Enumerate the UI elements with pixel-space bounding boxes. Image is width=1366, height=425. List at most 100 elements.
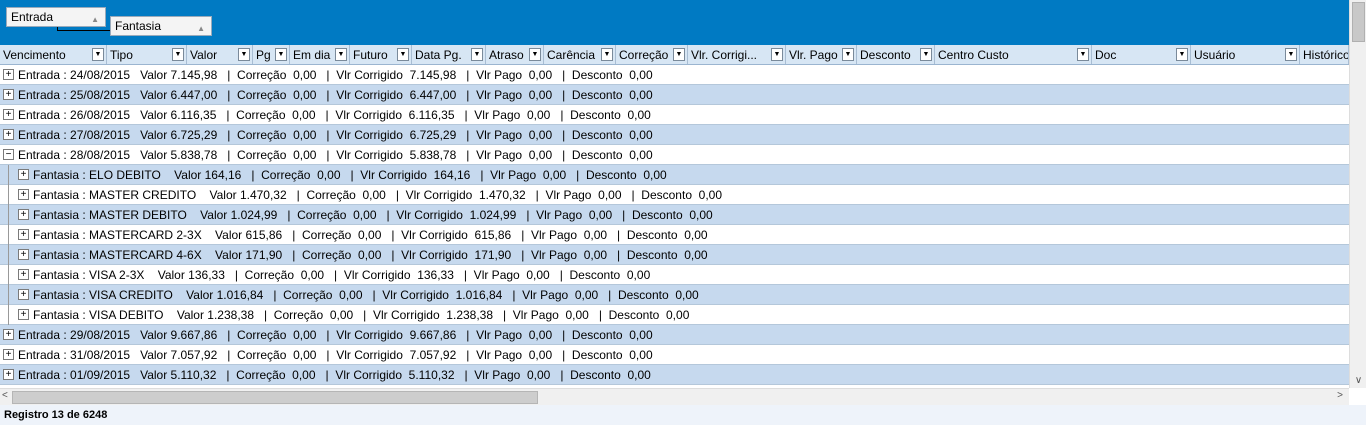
group-row[interactable]: + Entrada : 31/08/2015 Valor 7.057,92 | C… xyxy=(0,345,1349,365)
group-row[interactable]: − Entrada : 28/08/2015 Valor 5.838,78 | C… xyxy=(0,145,1349,165)
tree-guide-line xyxy=(8,305,9,325)
column-header[interactable]: Carência ▼ xyxy=(544,45,616,64)
dropdown-arrow-icon[interactable]: ▼ xyxy=(238,48,250,61)
column-header-label: Histórico xyxy=(1303,48,1349,62)
column-header-label: Centro Custo xyxy=(938,48,1009,62)
group-row[interactable]: + Entrada : 24/08/2015 Valor 7.145,98 | C… xyxy=(0,65,1349,85)
child-group-row[interactable]: + Fantasia : MASTER CREDITO Valor 1.470,3… xyxy=(0,185,1349,205)
minus-box-icon[interactable]: − xyxy=(3,149,14,160)
dropdown-arrow-icon[interactable]: ▼ xyxy=(601,48,613,61)
horizontal-scrollbar[interactable]: < > xyxy=(0,388,1349,405)
column-header[interactable]: Desconto ▼ xyxy=(857,45,935,64)
group-row[interactable]: + Entrada : 27/08/2015 Valor 6.725,29 | C… xyxy=(0,125,1349,145)
column-header-label: Futuro xyxy=(353,48,388,62)
child-group-row[interactable]: + Fantasia : MASTER DEBITO Valor 1.024,99… xyxy=(0,205,1349,225)
row-summary-text: Fantasia : VISA 2-3X Valor 136,33 | Corr… xyxy=(33,268,651,282)
dropdown-arrow-icon[interactable]: ▼ xyxy=(920,48,932,61)
scroll-down-icon[interactable]: ∨ xyxy=(1350,375,1366,386)
child-group-row[interactable]: + Fantasia : VISA CREDITO Valor 1.016,84 … xyxy=(0,285,1349,305)
child-group-row[interactable]: + Fantasia : VISA 2-3X Valor 136,33 | Cor… xyxy=(0,265,1349,285)
column-header[interactable]: Centro Custo ▼ xyxy=(935,45,1092,64)
child-group-row[interactable]: + Fantasia : VISA DEBITO Valor 1.238,38 |… xyxy=(0,305,1349,325)
dropdown-arrow-icon[interactable]: ▼ xyxy=(771,48,783,61)
tree-guide-line xyxy=(8,225,9,245)
dropdown-arrow-icon[interactable]: ▼ xyxy=(335,48,347,61)
plus-box-icon[interactable]: + xyxy=(3,89,14,100)
plus-box-icon[interactable]: + xyxy=(18,269,29,280)
dropdown-arrow-icon[interactable]: ▼ xyxy=(172,48,184,61)
column-header-label: Em dia xyxy=(293,48,331,62)
group-chip-fantasia[interactable]: Fantasia ▲ xyxy=(110,16,212,36)
dropdown-arrow-icon[interactable]: ▼ xyxy=(397,48,409,61)
column-header[interactable]: Doc ▼ xyxy=(1092,45,1191,64)
column-header[interactable]: Usuário ▼ xyxy=(1191,45,1300,64)
column-header[interactable]: Futuro ▼ xyxy=(350,45,412,64)
plus-box-icon[interactable]: + xyxy=(3,129,14,140)
row-summary-text: Entrada : 01/09/2015 Valor 5.110,32 | Co… xyxy=(18,368,651,382)
column-header[interactable]: Vlr. Pago ▼ xyxy=(786,45,857,64)
column-header[interactable]: Vlr. Corrigi... ▼ xyxy=(688,45,786,64)
dropdown-arrow-icon[interactable]: ▼ xyxy=(1285,48,1297,61)
column-header[interactable]: Em dia ▼ xyxy=(290,45,350,64)
horizontal-scroll-thumb[interactable] xyxy=(12,391,538,404)
dropdown-arrow-icon[interactable]: ▼ xyxy=(471,48,483,61)
column-header[interactable]: Valor ▼ xyxy=(187,45,253,64)
row-summary-text: Fantasia : VISA DEBITO Valor 1.238,38 | … xyxy=(33,308,690,322)
plus-box-icon[interactable]: + xyxy=(3,109,14,120)
column-header-label: Vlr. Corrigi... xyxy=(691,48,758,62)
row-summary-text: Entrada : 25/08/2015 Valor 6.447,00 | Co… xyxy=(18,88,653,102)
column-header[interactable]: Pg ▼ xyxy=(253,45,290,64)
group-chip-label: Fantasia xyxy=(115,19,162,33)
scroll-left-icon[interactable]: < xyxy=(2,390,8,401)
dropdown-arrow-icon[interactable]: ▼ xyxy=(529,48,541,61)
vertical-scrollbar[interactable]: ∨ xyxy=(1349,0,1366,388)
column-header-label: Carência xyxy=(547,48,596,62)
plus-box-icon[interactable]: + xyxy=(18,289,29,300)
row-summary-text: Fantasia : MASTER DEBITO Valor 1.024,99 … xyxy=(33,208,713,222)
plus-box-icon[interactable]: + xyxy=(3,349,14,360)
column-header[interactable]: Vencimento ▼ xyxy=(0,45,107,64)
column-header[interactable]: Correção ▼ xyxy=(616,45,688,64)
column-header-label: Tipo xyxy=(110,48,133,62)
column-header[interactable]: Atraso ▼ xyxy=(486,45,544,64)
group-row[interactable]: + Entrada : 25/08/2015 Valor 6.447,00 | C… xyxy=(0,85,1349,105)
dropdown-arrow-icon[interactable]: ▼ xyxy=(673,48,685,61)
row-summary-text: Entrada : 24/08/2015 Valor 7.145,98 | Co… xyxy=(18,68,653,82)
plus-box-icon[interactable]: + xyxy=(18,169,29,180)
group-chip-entrada[interactable]: Entrada ▲ xyxy=(6,7,106,27)
plus-box-icon[interactable]: + xyxy=(18,209,29,220)
plus-box-icon[interactable]: + xyxy=(18,249,29,260)
column-header-label: Correção xyxy=(619,48,669,62)
column-header[interactable]: Histórico xyxy=(1300,45,1349,64)
dropdown-arrow-icon[interactable]: ▼ xyxy=(92,48,104,61)
plus-box-icon[interactable]: + xyxy=(18,229,29,240)
dropdown-arrow-icon[interactable]: ▼ xyxy=(842,48,854,61)
plus-box-icon[interactable]: + xyxy=(18,189,29,200)
column-header[interactable]: Data Pg. ▼ xyxy=(412,45,486,64)
row-summary-text: Entrada : 28/08/2015 Valor 5.838,78 | Co… xyxy=(18,148,653,162)
child-group-row[interactable]: + Fantasia : MASTERCARD 2-3X Valor 615,86… xyxy=(0,225,1349,245)
plus-box-icon[interactable]: + xyxy=(3,329,14,340)
column-header[interactable]: Tipo ▼ xyxy=(107,45,187,64)
group-row[interactable]: + Entrada : 01/09/2015 Valor 5.110,32 | C… xyxy=(0,365,1349,385)
column-header-label: Usuário xyxy=(1194,48,1236,62)
scroll-right-icon[interactable]: > xyxy=(1337,390,1343,401)
group-row[interactable]: + Entrada : 29/08/2015 Valor 9.667,86 | C… xyxy=(0,325,1349,345)
tree-guide-line xyxy=(8,265,9,285)
row-summary-text: Entrada : 27/08/2015 Valor 6.725,29 | Co… xyxy=(18,128,653,142)
dropdown-arrow-icon[interactable]: ▼ xyxy=(1077,48,1089,61)
plus-box-icon[interactable]: + xyxy=(18,309,29,320)
plus-box-icon[interactable]: + xyxy=(3,369,14,380)
tree-guide-line xyxy=(8,185,9,205)
vertical-scroll-thumb[interactable] xyxy=(1352,2,1365,42)
child-group-row[interactable]: + Fantasia : MASTERCARD 4-6X Valor 171,90… xyxy=(0,245,1349,265)
child-group-row[interactable]: + Fantasia : ELO DEBITO Valor 164,16 | Co… xyxy=(0,165,1349,185)
column-header-label: Doc xyxy=(1095,48,1117,62)
dropdown-arrow-icon[interactable]: ▼ xyxy=(1176,48,1188,61)
plus-box-icon[interactable]: + xyxy=(3,69,14,80)
grid-body: + Entrada : 24/08/2015 Valor 7.145,98 | C… xyxy=(0,65,1349,385)
group-row[interactable]: + Entrada : 26/08/2015 Valor 6.116,35 | C… xyxy=(0,105,1349,125)
row-summary-text: Entrada : 29/08/2015 Valor 9.667,86 | Co… xyxy=(18,328,653,342)
group-by-panel[interactable]: Entrada ▲ Fantasia ▲ xyxy=(0,0,1349,45)
dropdown-arrow-icon[interactable]: ▼ xyxy=(275,48,287,61)
